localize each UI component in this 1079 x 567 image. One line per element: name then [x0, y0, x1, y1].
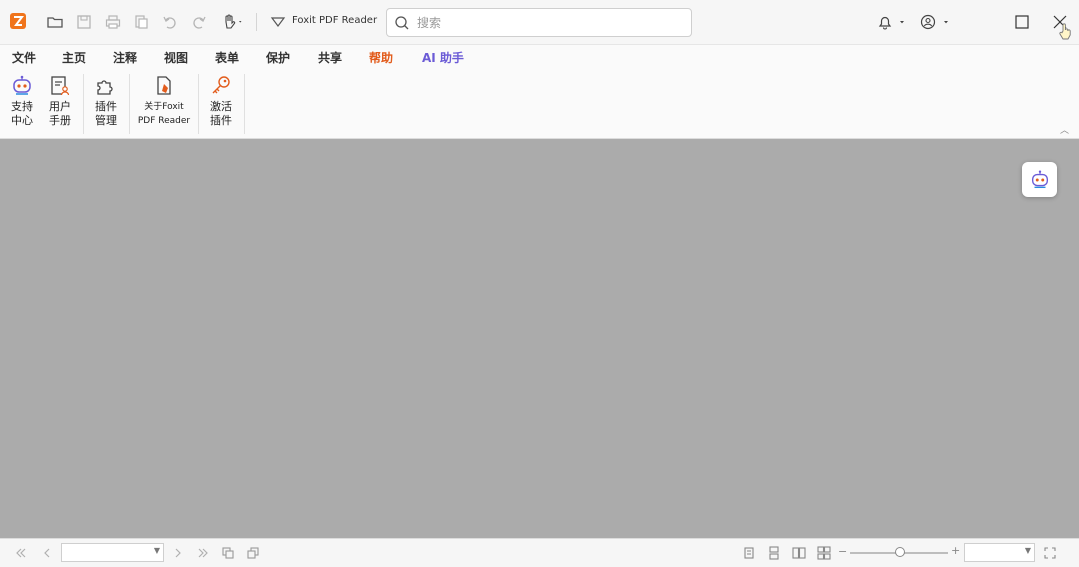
tab-view[interactable]: 视图	[164, 49, 188, 66]
next-page-icon[interactable]	[170, 545, 186, 561]
app-title: Foxit PDF Reader	[292, 15, 378, 26]
app-logo-icon[interactable]	[10, 13, 26, 29]
facing-icon[interactable]	[791, 545, 807, 561]
zoom-out-button[interactable]: −	[838, 545, 847, 558]
page-number-field[interactable]: ▼	[61, 543, 164, 562]
chevron-down-icon[interactable]: ▼	[154, 546, 160, 555]
support-center-button[interactable]: 支持 中心	[8, 74, 36, 134]
plugin-manage-button[interactable]: 插件 管理	[91, 74, 121, 134]
tab-file[interactable]: 文件	[12, 49, 36, 66]
search-box[interactable]	[386, 8, 692, 37]
save-icon[interactable]	[73, 11, 95, 33]
tab-comment[interactable]: 注释	[113, 49, 137, 66]
collapse-ribbon-icon[interactable]: ︿	[1060, 123, 1069, 136]
rotate-left-icon[interactable]	[220, 545, 236, 561]
robot-support-icon	[13, 75, 31, 95]
hand-cursor-icon	[1057, 22, 1075, 40]
tab-ai-assistant[interactable]: AI 助手	[422, 49, 464, 66]
ribbon-toolbar: 支持 中心 用户 手册 插件 管理 关于Foxit PDF Reader 激活 …	[0, 68, 1079, 139]
export-icon[interactable]	[130, 11, 152, 33]
zoom-in-button[interactable]: +	[951, 544, 960, 557]
single-page-icon[interactable]	[741, 545, 757, 561]
activate-plugin-label: 激活 插件	[210, 100, 232, 127]
status-bar: ▼ − + ▼	[0, 538, 1079, 567]
account-icon[interactable]	[917, 11, 953, 33]
toolbar-separator	[256, 13, 257, 31]
ribbon-separator	[83, 74, 84, 134]
about-foxit-label: 关于Foxit PDF Reader	[137, 102, 191, 126]
ribbon-separator	[244, 74, 245, 134]
key-icon	[212, 76, 230, 94]
undo-icon[interactable]	[159, 11, 181, 33]
menu-tab-bar: 文件 主页 注释 视图 表单 保护 共享 帮助 AI 助手	[0, 44, 1079, 70]
plugin-icon	[97, 80, 113, 95]
tab-help[interactable]: 帮助	[366, 49, 396, 70]
rotate-right-icon[interactable]	[245, 545, 261, 561]
user-manual-icon	[51, 76, 70, 96]
redo-icon[interactable]	[188, 11, 210, 33]
tab-home[interactable]: 主页	[62, 49, 86, 66]
tab-form[interactable]: 表单	[215, 49, 239, 66]
last-page-icon[interactable]	[195, 545, 211, 561]
bell-icon[interactable]	[873, 11, 909, 33]
first-page-icon[interactable]	[13, 545, 29, 561]
ai-robot-icon	[1031, 170, 1048, 188]
about-icon	[157, 76, 171, 95]
print-icon[interactable]	[102, 11, 124, 33]
fullscreen-icon[interactable]	[1042, 545, 1058, 561]
ribbon-separator	[129, 74, 130, 134]
title-bar: Foxit PDF Reader	[0, 0, 1079, 44]
about-foxit-button[interactable]: 关于Foxit PDF Reader	[134, 74, 194, 134]
continuous-facing-icon[interactable]	[816, 545, 832, 561]
hand-tool-icon[interactable]	[219, 11, 247, 33]
prev-page-icon[interactable]	[39, 545, 55, 561]
maximize-icon[interactable]	[1011, 11, 1033, 33]
zoom-slider-handle[interactable]	[895, 547, 905, 557]
user-manual-button[interactable]: 用户 手册	[45, 74, 75, 134]
ribbon-separator	[198, 74, 199, 134]
document-workspace[interactable]	[0, 139, 1079, 538]
zoom-level-field[interactable]: ▼	[964, 543, 1035, 562]
search-input[interactable]	[417, 13, 677, 32]
plugin-manage-label: 插件 管理	[95, 100, 117, 127]
activate-plugin-button[interactable]: 激活 插件	[206, 74, 236, 134]
support-center-label: 支持 中心	[11, 100, 33, 127]
dropdown-filter-icon[interactable]	[267, 11, 289, 33]
user-manual-label: 用户 手册	[49, 100, 71, 127]
open-folder-icon[interactable]	[44, 11, 66, 33]
tab-share[interactable]: 共享	[318, 49, 342, 66]
continuous-icon[interactable]	[766, 545, 782, 561]
search-icon	[395, 16, 409, 30]
ai-assistant-float-button[interactable]	[1022, 162, 1057, 197]
tab-protect[interactable]: 保护	[266, 49, 290, 66]
chevron-down-icon[interactable]: ▼	[1025, 546, 1031, 555]
